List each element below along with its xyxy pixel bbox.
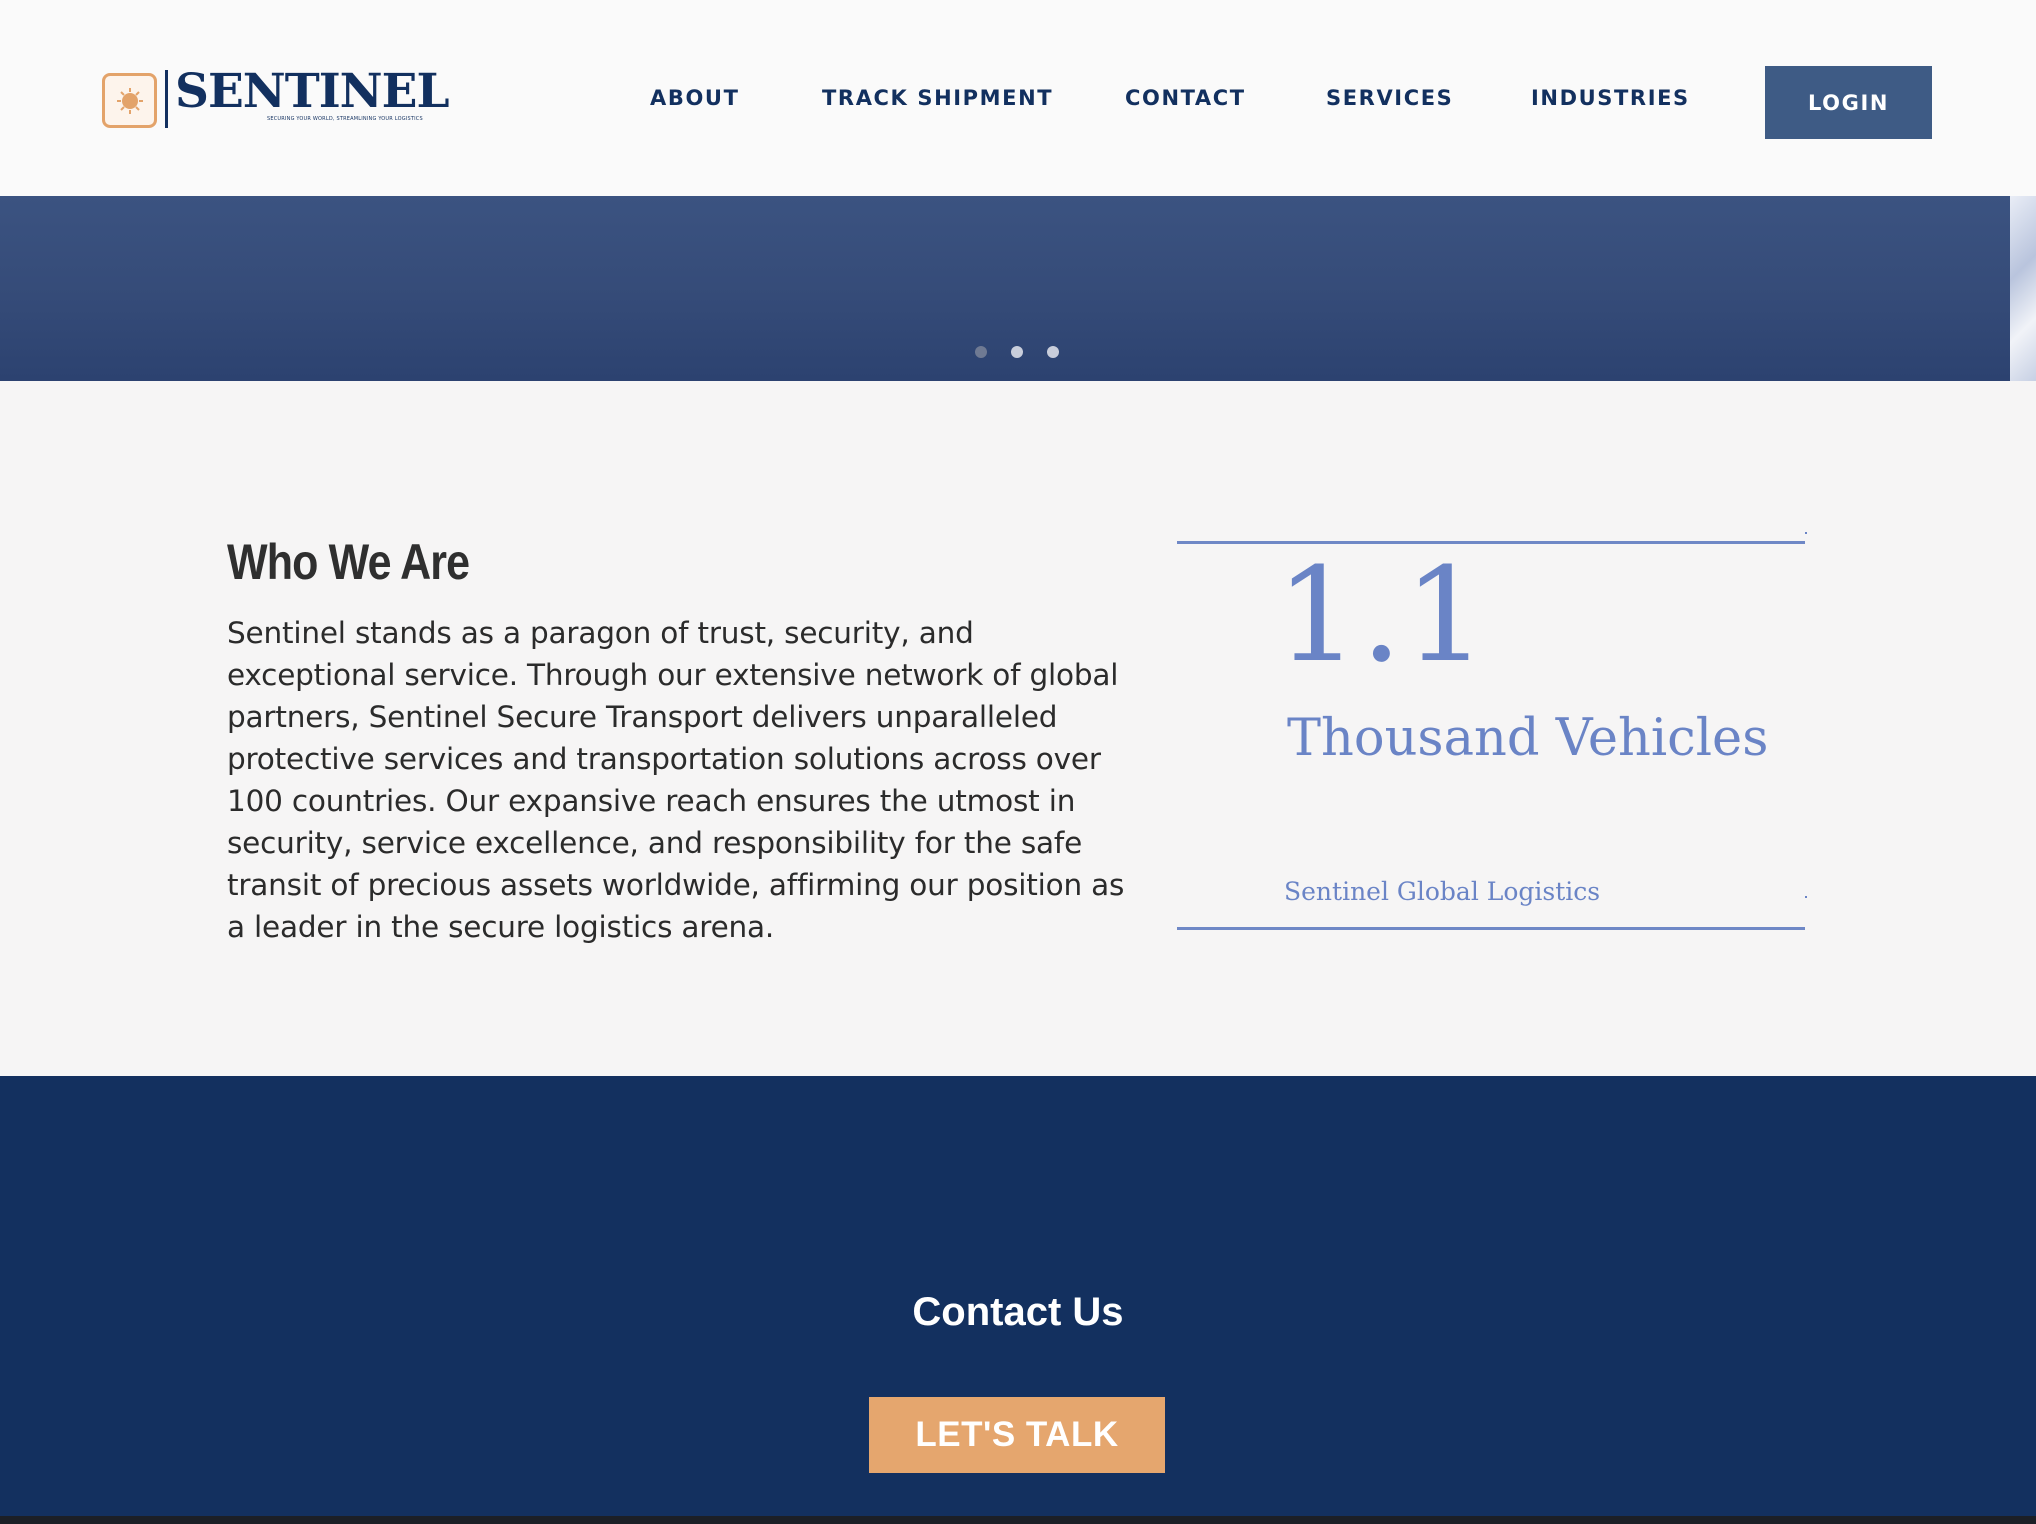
nav-track-shipment[interactable]: TRACK SHIPMENT [822,86,1053,110]
stat-unit: Thousand Vehicles [1287,709,1769,768]
site-header: SENTINEL SECURING YOUR WORLD, STREAMLINI… [0,0,2036,196]
about-heading: Who We Are [227,534,470,590]
stat-caption: Sentinel Global Logistics [1284,877,1601,906]
about-paragraph: Sentinel stands as a paragon of trust, s… [227,616,1125,944]
main-nav: ABOUT TRACK SHIPMENT CONTACT SERVICES IN… [0,86,2036,116]
slider-dot-2[interactable] [1011,346,1023,358]
nav-services[interactable]: SERVICES [1326,86,1453,110]
decorative-mark [1805,532,1807,534]
decorative-mark [1805,896,1807,898]
contact-heading: Contact Us [912,1290,1124,1334]
lets-talk-button[interactable]: LET'S TALK [869,1397,1165,1473]
hero-next-slide-peek [2010,196,2036,381]
page: SENTINEL SECURING YOUR WORLD, STREAMLINI… [0,0,2036,1524]
slider-dot-1[interactable] [975,346,987,358]
slider-dot-3[interactable] [1047,346,1059,358]
login-button[interactable]: LOGIN [1765,66,1932,139]
stat-divider-top [1177,541,1805,544]
hero-slider [0,196,2010,381]
nav-about[interactable]: ABOUT [650,86,740,110]
stat-divider-bottom [1177,927,1805,930]
nav-industries[interactable]: INDUSTRIES [1531,86,1690,110]
window-frame-bottom [0,1516,2036,1524]
nav-contact[interactable]: CONTACT [1125,86,1246,110]
brand-tagline: SECURING YOUR WORLD, STREAMLINING YOUR L… [267,116,423,122]
stat-number: 1.1 [1276,539,1489,691]
